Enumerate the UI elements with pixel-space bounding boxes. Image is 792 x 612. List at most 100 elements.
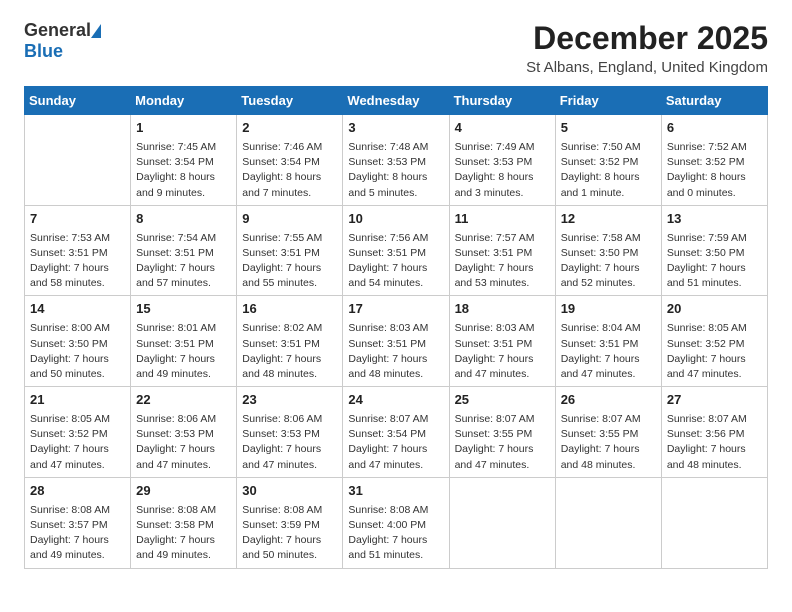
calendar-week-row: 14 Sunrise: 8:00 AMSunset: 3:50 PMDayligh…	[25, 296, 768, 387]
header-thursday: Thursday	[449, 87, 555, 115]
calendar-cell: 26 Sunrise: 8:07 AMSunset: 3:55 PMDayligh…	[555, 387, 661, 478]
calendar-cell: 6 Sunrise: 7:52 AMSunset: 3:52 PMDaylight…	[661, 115, 767, 206]
calendar-cell: 3Sunrise: 7:48 AMSunset: 3:53 PMDaylight…	[343, 115, 449, 206]
day-info: Sunrise: 8:00 AMSunset: 3:50 PMDaylight:…	[30, 321, 125, 382]
calendar-cell: 30Sunrise: 8:08 AMSunset: 3:59 PMDayligh…	[237, 477, 343, 568]
calendar-cell: 25Sunrise: 8:07 AMSunset: 3:55 PMDayligh…	[449, 387, 555, 478]
calendar-week-row: 28Sunrise: 8:08 AMSunset: 3:57 PMDayligh…	[25, 477, 768, 568]
day-number: 31	[348, 482, 443, 501]
day-number: 17	[348, 300, 443, 319]
day-number: 3	[348, 119, 443, 138]
day-number: 12	[561, 210, 656, 229]
day-info: Sunrise: 7:46 AMSunset: 3:54 PMDaylight:…	[242, 140, 337, 201]
day-number: 25	[455, 391, 550, 410]
day-info: Sunrise: 8:06 AMSunset: 3:53 PMDaylight:…	[136, 412, 231, 473]
day-info: Sunrise: 8:05 AMSunset: 3:52 PMDaylight:…	[667, 321, 762, 382]
day-number: 11	[455, 210, 550, 229]
calendar-cell: 2 Sunrise: 7:46 AMSunset: 3:54 PMDaylight…	[237, 115, 343, 206]
day-number: 6	[667, 119, 762, 138]
calendar-cell: 17Sunrise: 8:03 AMSunset: 3:51 PMDayligh…	[343, 296, 449, 387]
calendar-cell	[661, 477, 767, 568]
day-info: Sunrise: 8:04 AMSunset: 3:51 PMDaylight:…	[561, 321, 656, 382]
day-number: 22	[136, 391, 231, 410]
day-info: Sunrise: 8:08 AMSunset: 3:58 PMDaylight:…	[136, 503, 231, 564]
day-info: Sunrise: 8:05 AMSunset: 3:52 PMDaylight:…	[30, 412, 125, 473]
day-number: 13	[667, 210, 762, 229]
day-number: 8	[136, 210, 231, 229]
calendar-cell: 5Sunrise: 7:50 AMSunset: 3:52 PMDaylight…	[555, 115, 661, 206]
month-title: December 2025	[526, 20, 768, 57]
header-monday: Monday	[131, 87, 237, 115]
day-info: Sunrise: 8:07 AMSunset: 3:55 PMDaylight:…	[561, 412, 656, 473]
day-number: 1	[136, 119, 231, 138]
calendar-cell: 31 Sunrise: 8:08 AMSunset: 4:00 PMDayligh…	[343, 477, 449, 568]
day-number: 9	[242, 210, 337, 229]
logo-blue: Blue	[24, 41, 63, 62]
calendar-cell: 16 Sunrise: 8:02 AMSunset: 3:51 PMDayligh…	[237, 296, 343, 387]
logo-general: General	[24, 20, 91, 41]
calendar-cell: 7 Sunrise: 7:53 AMSunset: 3:51 PMDaylight…	[25, 205, 131, 296]
day-number: 7	[30, 210, 125, 229]
header-tuesday: Tuesday	[237, 87, 343, 115]
calendar-cell	[555, 477, 661, 568]
day-info: Sunrise: 7:58 AMSunset: 3:50 PMDaylight:…	[561, 231, 656, 292]
day-info: Sunrise: 7:49 AMSunset: 3:53 PMDaylight:…	[455, 140, 550, 201]
day-info: Sunrise: 7:45 AMSunset: 3:54 PMDaylight:…	[136, 140, 231, 201]
day-number: 2	[242, 119, 337, 138]
day-number: 4	[455, 119, 550, 138]
calendar-cell	[449, 477, 555, 568]
header-sunday: Sunday	[25, 87, 131, 115]
calendar-cell: 9 Sunrise: 7:55 AMSunset: 3:51 PMDaylight…	[237, 205, 343, 296]
calendar-cell: 14 Sunrise: 8:00 AMSunset: 3:50 PMDayligh…	[25, 296, 131, 387]
day-info: Sunrise: 8:01 AMSunset: 3:51 PMDaylight:…	[136, 321, 231, 382]
day-info: Sunrise: 7:54 AMSunset: 3:51 PMDaylight:…	[136, 231, 231, 292]
calendar-cell: 23Sunrise: 8:06 AMSunset: 3:53 PMDayligh…	[237, 387, 343, 478]
calendar-cell: 24Sunrise: 8:07 AMSunset: 3:54 PMDayligh…	[343, 387, 449, 478]
calendar-week-row: 21 Sunrise: 8:05 AMSunset: 3:52 PMDayligh…	[25, 387, 768, 478]
day-number: 29	[136, 482, 231, 501]
location-subtitle: St Albans, England, United Kingdom	[526, 59, 768, 76]
header-friday: Friday	[555, 87, 661, 115]
calendar-cell: 4 Sunrise: 7:49 AMSunset: 3:53 PMDaylight…	[449, 115, 555, 206]
day-number: 16	[242, 300, 337, 319]
day-info: Sunrise: 7:53 AMSunset: 3:51 PMDaylight:…	[30, 231, 125, 292]
day-number: 18	[455, 300, 550, 319]
day-info: Sunrise: 7:55 AMSunset: 3:51 PMDaylight:…	[242, 231, 337, 292]
day-info: Sunrise: 7:52 AMSunset: 3:52 PMDaylight:…	[667, 140, 762, 201]
day-info: Sunrise: 8:08 AMSunset: 4:00 PMDaylight:…	[348, 503, 443, 564]
day-info: Sunrise: 7:56 AMSunset: 3:51 PMDaylight:…	[348, 231, 443, 292]
calendar-cell: 22 Sunrise: 8:06 AMSunset: 3:53 PMDayligh…	[131, 387, 237, 478]
day-number: 20	[667, 300, 762, 319]
title-area: December 2025 St Albans, England, United…	[526, 20, 768, 76]
calendar-cell: 10 Sunrise: 7:56 AMSunset: 3:51 PMDayligh…	[343, 205, 449, 296]
day-info: Sunrise: 7:59 AMSunset: 3:50 PMDaylight:…	[667, 231, 762, 292]
calendar-cell: 18 Sunrise: 8:03 AMSunset: 3:51 PMDayligh…	[449, 296, 555, 387]
day-number: 10	[348, 210, 443, 229]
calendar-cell: 13 Sunrise: 7:59 AMSunset: 3:50 PMDayligh…	[661, 205, 767, 296]
day-number: 21	[30, 391, 125, 410]
header-wednesday: Wednesday	[343, 87, 449, 115]
day-info: Sunrise: 8:02 AMSunset: 3:51 PMDaylight:…	[242, 321, 337, 382]
day-info: Sunrise: 8:06 AMSunset: 3:53 PMDaylight:…	[242, 412, 337, 473]
calendar-week-row: 7 Sunrise: 7:53 AMSunset: 3:51 PMDaylight…	[25, 205, 768, 296]
day-number: 26	[561, 391, 656, 410]
day-number: 14	[30, 300, 125, 319]
logo: General Blue	[24, 20, 101, 62]
day-number: 30	[242, 482, 337, 501]
day-info: Sunrise: 8:07 AMSunset: 3:56 PMDaylight:…	[667, 412, 762, 473]
calendar-cell: 21 Sunrise: 8:05 AMSunset: 3:52 PMDayligh…	[25, 387, 131, 478]
calendar-cell: 12 Sunrise: 7:58 AMSunset: 3:50 PMDayligh…	[555, 205, 661, 296]
calendar-cell: 15 Sunrise: 8:01 AMSunset: 3:51 PMDayligh…	[131, 296, 237, 387]
calendar-cell: 20 Sunrise: 8:05 AMSunset: 3:52 PMDayligh…	[661, 296, 767, 387]
calendar-cell: 11 Sunrise: 7:57 AMSunset: 3:51 PMDayligh…	[449, 205, 555, 296]
day-info: Sunrise: 8:07 AMSunset: 3:54 PMDaylight:…	[348, 412, 443, 473]
page-header: General Blue December 2025 St Albans, En…	[24, 20, 768, 76]
calendar-cell: 8 Sunrise: 7:54 AMSunset: 3:51 PMDaylight…	[131, 205, 237, 296]
calendar-cell: 29 Sunrise: 8:08 AMSunset: 3:58 PMDayligh…	[131, 477, 237, 568]
header-saturday: Saturday	[661, 87, 767, 115]
calendar-cell	[25, 115, 131, 206]
day-info: Sunrise: 8:03 AMSunset: 3:51 PMDaylight:…	[455, 321, 550, 382]
day-info: Sunrise: 7:57 AMSunset: 3:51 PMDaylight:…	[455, 231, 550, 292]
day-info: Sunrise: 7:50 AMSunset: 3:52 PMDaylight:…	[561, 140, 656, 201]
day-number: 15	[136, 300, 231, 319]
